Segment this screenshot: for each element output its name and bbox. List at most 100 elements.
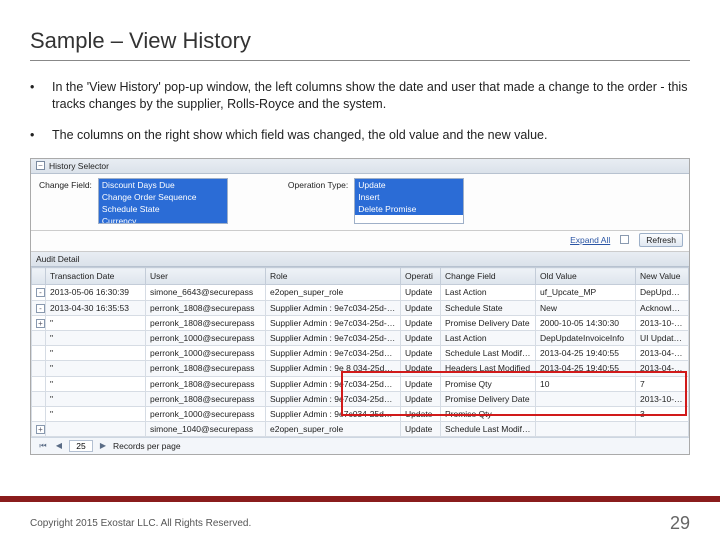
expand-cell[interactable] [32,330,46,345]
bullet-text: In the 'View History' pop-up window, the… [52,79,690,113]
table-cell: 2013-04-25 19:40:55 [536,361,636,376]
bullet-dot: • [30,127,52,144]
refresh-button[interactable]: Refresh [639,233,683,247]
change-field-listbox[interactable]: Discount Days Due Change Order Sequence … [98,178,228,224]
audit-table: Transaction Date User Role Operati Chang… [31,267,689,437]
records-per-page-input[interactable] [69,440,93,452]
table-header[interactable]: Old Value [536,268,636,285]
table-cell: 2013-05-06 16:30:39 [46,285,146,300]
table-header[interactable]: Role [266,268,401,285]
expand-cell[interactable] [32,406,46,421]
table-cell: Schedule Last Modified [441,422,536,437]
bullet-item: • The columns on the right show which fi… [30,127,690,144]
table-cell: Supplier Admin : 9e7c034-25d-40c4 [266,300,401,315]
pager-next-icon[interactable]: ▶ [97,440,109,452]
table-cell: simone_6643@securepass [146,285,266,300]
table-cell: 2013-10-05 14:30:30 [636,315,689,330]
history-selector-body: Change Field: Discount Days Due Change O… [31,174,689,231]
audit-detail-header[interactable]: Audit Detail [31,252,689,267]
audit-grid-wrap: Transaction Date User Role Operati Chang… [31,267,689,437]
expand-cell[interactable]: - [32,285,46,300]
expand-cell[interactable] [32,361,46,376]
table-header[interactable]: User [146,268,266,285]
plus-icon[interactable]: + [36,319,45,328]
bullet-dot: • [30,79,52,113]
history-selector-header[interactable]: – History Selector [31,159,689,174]
table-cell: Acknowledged with Exceptions [636,300,689,315]
table-cell: 7 [636,376,689,391]
expand-cell[interactable] [32,376,46,391]
table-cell: Supplier Admin : 9e7c034-25d1-40c4 [266,346,401,361]
plus-icon[interactable]: + [36,425,45,434]
table-row[interactable]: "perronk_1000@securepassSupplier Admin :… [32,346,689,361]
table-cell: Promise Qty [441,376,536,391]
table-cell: perronk_1808@securepass [146,376,266,391]
minus-icon[interactable]: - [36,304,45,313]
expand-all-checkbox[interactable] [620,235,629,244]
table-header[interactable]: New Value [636,268,689,285]
pager-label: Records per page [113,441,181,451]
listbox-option[interactable]: Insert [355,191,463,203]
pager-first-icon[interactable]: ⏮ [37,440,49,452]
listbox-option[interactable]: Discount Days Due [99,179,227,191]
listbox-option[interactable]: Currency [99,215,227,223]
table-cell: perronk_1000@securepass [146,346,266,361]
table-cell: DepUpdateInvoiceInfo [536,330,636,345]
table-cell: UI Update MP [636,330,689,345]
table-row[interactable]: "perronk_1808@securepassSupplier Admin :… [32,361,689,376]
pager-prev-icon[interactable]: ◀ [53,440,65,452]
table-cell: e2open_super_role [266,422,401,437]
table-cell: Supplier Admin : 9e7c034-25d1-40c4 [266,406,401,421]
table-row[interactable]: "perronk_1000@securepassSupplier Admin :… [32,330,689,345]
table-cell [536,391,636,406]
table-row[interactable]: "perronk_1000@securepassSupplier Admin :… [32,406,689,421]
expand-all-link[interactable]: Expand All [570,235,610,245]
table-cell: 2013-04-30 18:55:53 [636,361,689,376]
table-header[interactable]: Change Field [441,268,536,285]
table-cell: Update [401,406,441,421]
listbox-option[interactable]: Delete Promise [355,203,463,215]
table-cell: perronk_1808@securepass [146,361,266,376]
table-row[interactable]: +simone_1040@securepasse2open_super_role… [32,422,689,437]
table-row[interactable]: -2013-04-30 16:35:53perronk_1808@securep… [32,300,689,315]
page-number: 29 [670,513,690,534]
table-cell: 2013-04-30 10:35:53 [636,346,689,361]
table-cell: " [46,376,146,391]
operation-type-label: Operation Type: [288,178,348,190]
minus-icon[interactable]: - [36,288,45,297]
table-cell: " [46,315,146,330]
table-cell: Supplier Admin : 9e7c034-25d1-40c4 [266,391,401,406]
expand-cell[interactable] [32,391,46,406]
table-cell: 3 [636,406,689,421]
audit-detail-title: Audit Detail [36,254,79,264]
expand-cell[interactable] [32,346,46,361]
listbox-option[interactable]: Schedule State [99,203,227,215]
listbox-option[interactable]: Update [355,179,463,191]
table-cell: Supplier Admin : 9e7c034-25d-40c4 [266,315,401,330]
expand-cell[interactable]: + [32,315,46,330]
table-cell [536,422,636,437]
table-cell: Supplier Admin : 9e7c034-25d1-40c4 [266,376,401,391]
operation-type-listbox[interactable]: Update Insert Delete Promise [354,178,464,224]
table-row[interactable]: +"perronk_1808@securepassSupplier Admin … [32,315,689,330]
table-cell: DepUpdateInvoiceInfo [636,285,689,300]
table-cell: Promise Qty [441,406,536,421]
slide-footer: Copyright 2015 Exostar LLC. All Rights R… [0,506,720,540]
table-header[interactable]: Operati [401,268,441,285]
table-row[interactable]: -2013-05-06 16:30:39simone_6643@securepa… [32,285,689,300]
table-cell: " [46,330,146,345]
listbox-option[interactable]: Change Order Sequence [99,191,227,203]
expand-cell[interactable]: - [32,300,46,315]
table-header[interactable] [32,268,46,285]
copyright-text: Copyright 2015 Exostar LLC. All Rights R… [30,518,251,529]
table-header[interactable]: Transaction Date [46,268,146,285]
page-title: Sample – View History [30,28,690,61]
table-row[interactable]: "perronk_1808@securepassSupplier Admin :… [32,376,689,391]
table-cell: Schedule State [441,300,536,315]
expand-cell[interactable]: + [32,422,46,437]
table-cell: perronk_1808@securepass [146,315,266,330]
table-cell: uf_Upcate_MP [536,285,636,300]
collapse-icon[interactable]: – [36,161,45,170]
table-row[interactable]: "perronk_1808@securepassSupplier Admin :… [32,391,689,406]
table-cell: 2013-04-25 19:40:55 [536,346,636,361]
